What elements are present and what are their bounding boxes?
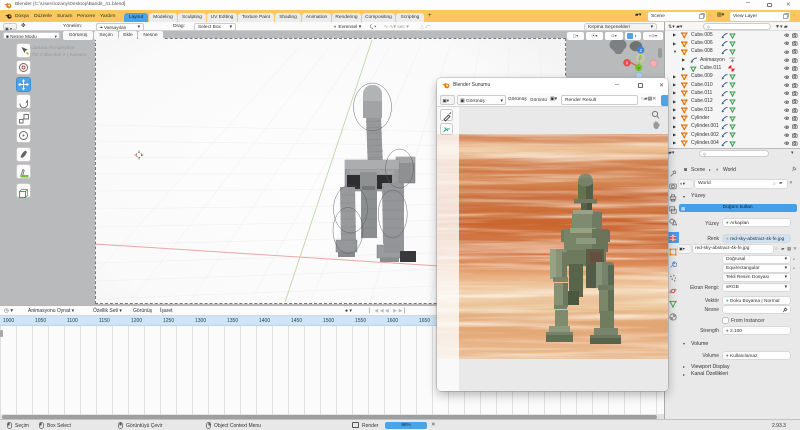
svg-text:Y: Y xyxy=(637,65,640,70)
svg-text:X: X xyxy=(626,61,629,66)
svg-text:Z: Z xyxy=(640,48,643,53)
